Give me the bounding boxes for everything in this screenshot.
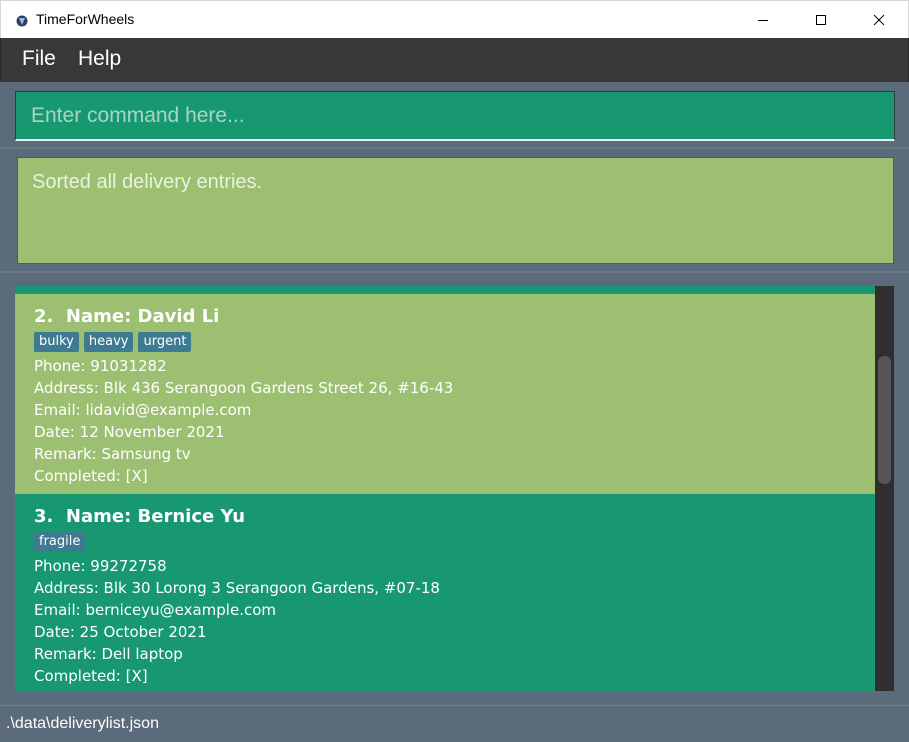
tag: urgent bbox=[138, 332, 192, 352]
delivery-title: 2. Name: David Li bbox=[34, 306, 219, 327]
tag: bulky bbox=[34, 332, 79, 352]
close-button[interactable] bbox=[850, 1, 908, 39]
main-panel: Sorted all delivery entries. 2. Name: Da… bbox=[0, 82, 909, 705]
result-display: Sorted all delivery entries. bbox=[17, 157, 894, 264]
close-icon bbox=[873, 14, 885, 26]
delivery-index: 3. bbox=[34, 506, 54, 527]
minimize-button[interactable] bbox=[734, 1, 792, 39]
delivery-address: Address: Blk 436 Serangoon Gardens Stree… bbox=[34, 379, 454, 397]
delivery-completed: Completed: [X] bbox=[34, 667, 148, 685]
command-box bbox=[15, 91, 895, 141]
maximize-icon bbox=[816, 15, 826, 25]
delivery-remark: Remark: Samsung tv bbox=[34, 445, 191, 463]
delivery-date: Date: 12 November 2021 bbox=[34, 423, 225, 441]
delivery-date: Date: 25 October 2021 bbox=[34, 623, 207, 641]
delivery-list[interactable]: 2. Name: David Li bulky heavy urgent Pho… bbox=[15, 286, 894, 691]
scrollbar-thumb[interactable] bbox=[878, 356, 891, 484]
delivery-title: 3. Name: Bernice Yu bbox=[34, 506, 245, 527]
delivery-phone: Phone: 91031282 bbox=[34, 357, 167, 375]
menu-file[interactable]: File bbox=[22, 47, 56, 71]
delivery-completed: Completed: [X] bbox=[34, 467, 148, 485]
result-message: Sorted all delivery entries. bbox=[32, 171, 263, 193]
delivery-email: Email: berniceyu@example.com bbox=[34, 601, 276, 619]
delivery-card[interactable]: 2. Name: David Li bulky heavy urgent Pho… bbox=[15, 294, 875, 494]
status-bar: .\data\deliverylist.json bbox=[0, 705, 909, 742]
delivery-address: Address: Blk 30 Lorong 3 Serangoon Garde… bbox=[34, 579, 440, 597]
delivery-index: 2. bbox=[34, 306, 54, 327]
tag: heavy bbox=[83, 332, 134, 352]
command-input[interactable] bbox=[16, 92, 894, 139]
divider bbox=[0, 271, 909, 273]
scrollbar[interactable] bbox=[875, 286, 894, 691]
delivery-phone: Phone: 99272758 bbox=[34, 557, 167, 575]
data-file-path: .\data\deliverylist.json bbox=[6, 715, 159, 732]
delivery-name: Name: Bernice Yu bbox=[65, 506, 246, 527]
delivery-remark: Remark: Dell laptop bbox=[34, 645, 183, 663]
delivery-email: Email: lidavid@example.com bbox=[34, 401, 252, 419]
window-title: TimeForWheels bbox=[36, 11, 135, 27]
tag-list: fragile bbox=[34, 532, 86, 552]
delivery-card[interactable]: 3. Name: Bernice Yu fragile Phone: 99272… bbox=[15, 494, 875, 691]
maximize-button[interactable] bbox=[792, 1, 850, 39]
list-top-strip bbox=[15, 286, 875, 294]
minimize-icon bbox=[758, 20, 768, 21]
tag: fragile bbox=[34, 532, 86, 552]
tag-list: bulky heavy urgent bbox=[34, 332, 192, 352]
menu-bar: File Help bbox=[0, 38, 909, 82]
divider bbox=[0, 147, 909, 149]
title-bar: TimeForWheels bbox=[0, 0, 909, 38]
app-logo-icon bbox=[15, 13, 29, 27]
delivery-name: Name: David Li bbox=[65, 306, 220, 327]
menu-help[interactable]: Help bbox=[78, 47, 121, 71]
